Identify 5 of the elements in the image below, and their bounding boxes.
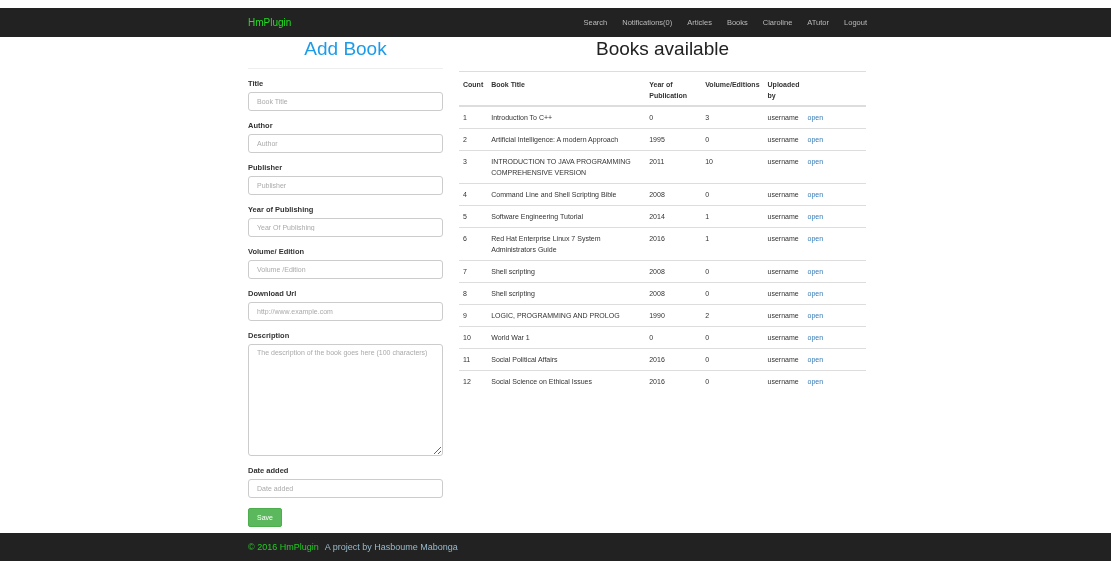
credit-text: A project by Hasboume Mabonga xyxy=(324,542,458,552)
table-title: Books available xyxy=(594,37,731,61)
brand-link[interactable]: HmPlugin xyxy=(248,17,292,28)
copyright-text: © 2016 HmPlugin xyxy=(248,542,319,552)
form-title: Add Book xyxy=(303,37,388,61)
